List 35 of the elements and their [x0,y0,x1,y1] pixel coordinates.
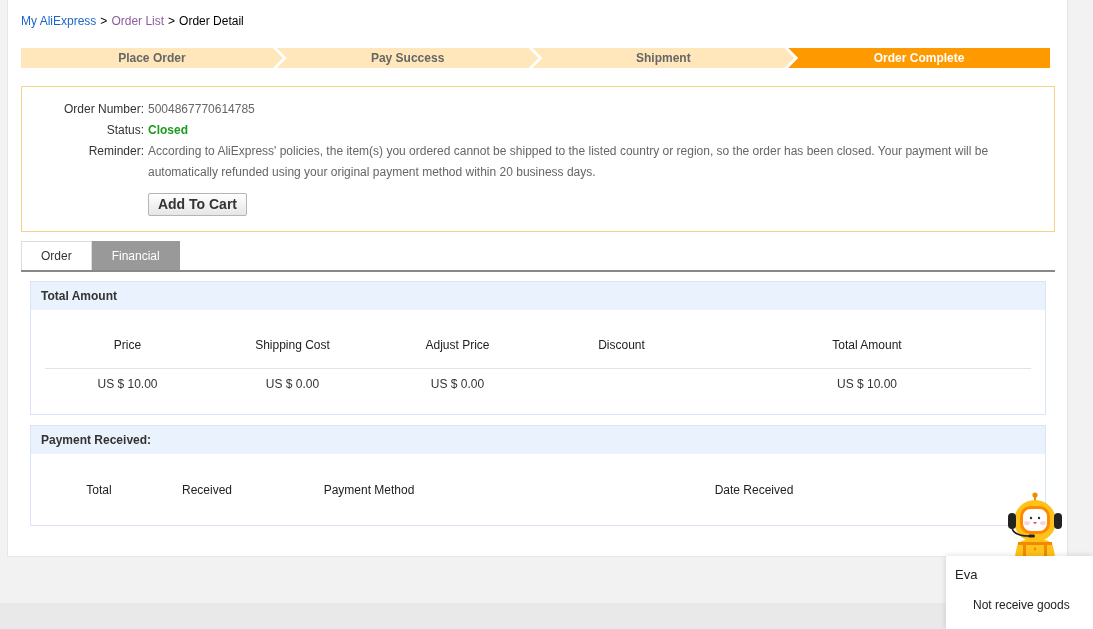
progress-step: Shipment [532,48,795,68]
progress-step: Place Order [21,48,283,68]
table-cell-text: US $ 0.00 [265,376,320,393]
progress-step: Order Complete [788,48,1050,68]
table-cell-text: US $ 0.00 [430,376,485,393]
breadcrumb-link[interactable]: My AliExpress [21,14,97,28]
column-header: Payment Method [323,482,415,499]
column-header: Total Amount [832,337,902,354]
table-cell-text: US $ 10.00 [97,376,158,393]
field-label: Reminder: [87,143,144,160]
column-header: Shipping Cost [255,337,330,354]
breadcrumb-current: Order Detail [179,14,244,28]
column-header: Date Received [714,482,794,499]
breadcrumb-separator: > [168,14,176,28]
chat-title: Eva [954,566,979,583]
field-value: 5004867770614785 [148,101,256,118]
column-header: Adjust Price [425,337,490,354]
field-value: According to AliExpress' policies, the item(s) you ordered cannot be shipped to the listed country or region, so the order has been closed. Your payment will be automatically refunded using your original payment method within 20 business days. [148,143,990,181]
field-label: Status: [105,122,144,139]
add-to-cart-button[interactable]: Add To Cart [148,193,247,216]
field-label: Order Number: [62,101,144,118]
column-header: Received [182,482,232,499]
progress-step: Pay Success [276,48,539,68]
status-value: Closed [148,122,189,139]
tab[interactable]: Order [21,241,92,270]
panel-title: Total Amount [41,289,117,303]
column-header: Discount [598,337,645,354]
panel-title: Payment Received: [41,433,152,447]
breadcrumb-separator: > [100,14,108,28]
column-header: Price [113,337,142,354]
robot-mascot-icon[interactable] [1005,492,1065,556]
column-header: Total [86,482,112,499]
table-cell-text: US $ 10.00 [836,376,897,393]
chat-menu-item[interactable]: Not receive goods [973,597,1093,613]
breadcrumb-link[interactable]: Order List [111,14,165,28]
